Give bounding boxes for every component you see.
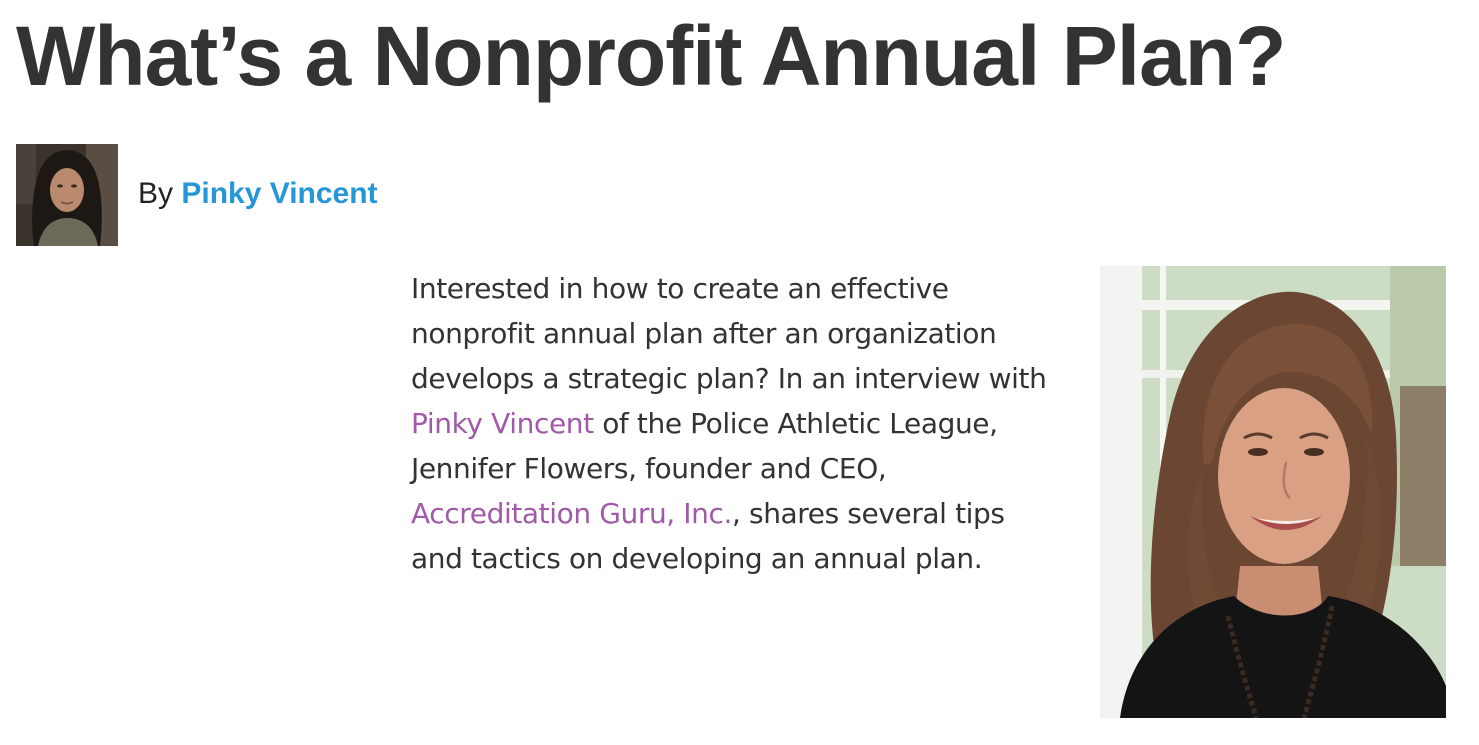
intro-line-2: nonprofit annual plan after an organizat… <box>411 317 997 350</box>
interviewee-photo <box>1100 266 1446 718</box>
intro-line-4-text: of the Police Athletic League, <box>593 407 998 440</box>
intro-line-5: Jennifer Flowers, founder and CEO, <box>411 452 887 485</box>
page-title: What’s a Nonprofit Annual Plan? <box>16 9 1286 103</box>
byline: By Pinky Vincent <box>138 176 378 212</box>
author-link[interactable]: Pinky Vincent <box>181 177 377 210</box>
accreditation-guru-link[interactable]: Accreditation Guru, Inc. <box>411 497 732 530</box>
avatar-photo-icon <box>16 144 118 246</box>
author-avatar[interactable] <box>16 144 118 246</box>
portrait-photo-icon <box>1100 266 1446 718</box>
intro-line-1: Interested in how to create an effective <box>411 272 949 305</box>
pinky-vincent-link[interactable]: Pinky Vincent <box>411 407 594 440</box>
intro-paragraph: Interested in how to create an effective… <box>411 266 1071 581</box>
byline-prefix: By <box>138 177 174 210</box>
intro-line-7: and tactics on developing an annual plan… <box>411 542 983 575</box>
intro-line-6-text: , shares several tips <box>732 497 1005 530</box>
intro-line-3: develops a strategic plan? In an intervi… <box>411 362 1047 395</box>
